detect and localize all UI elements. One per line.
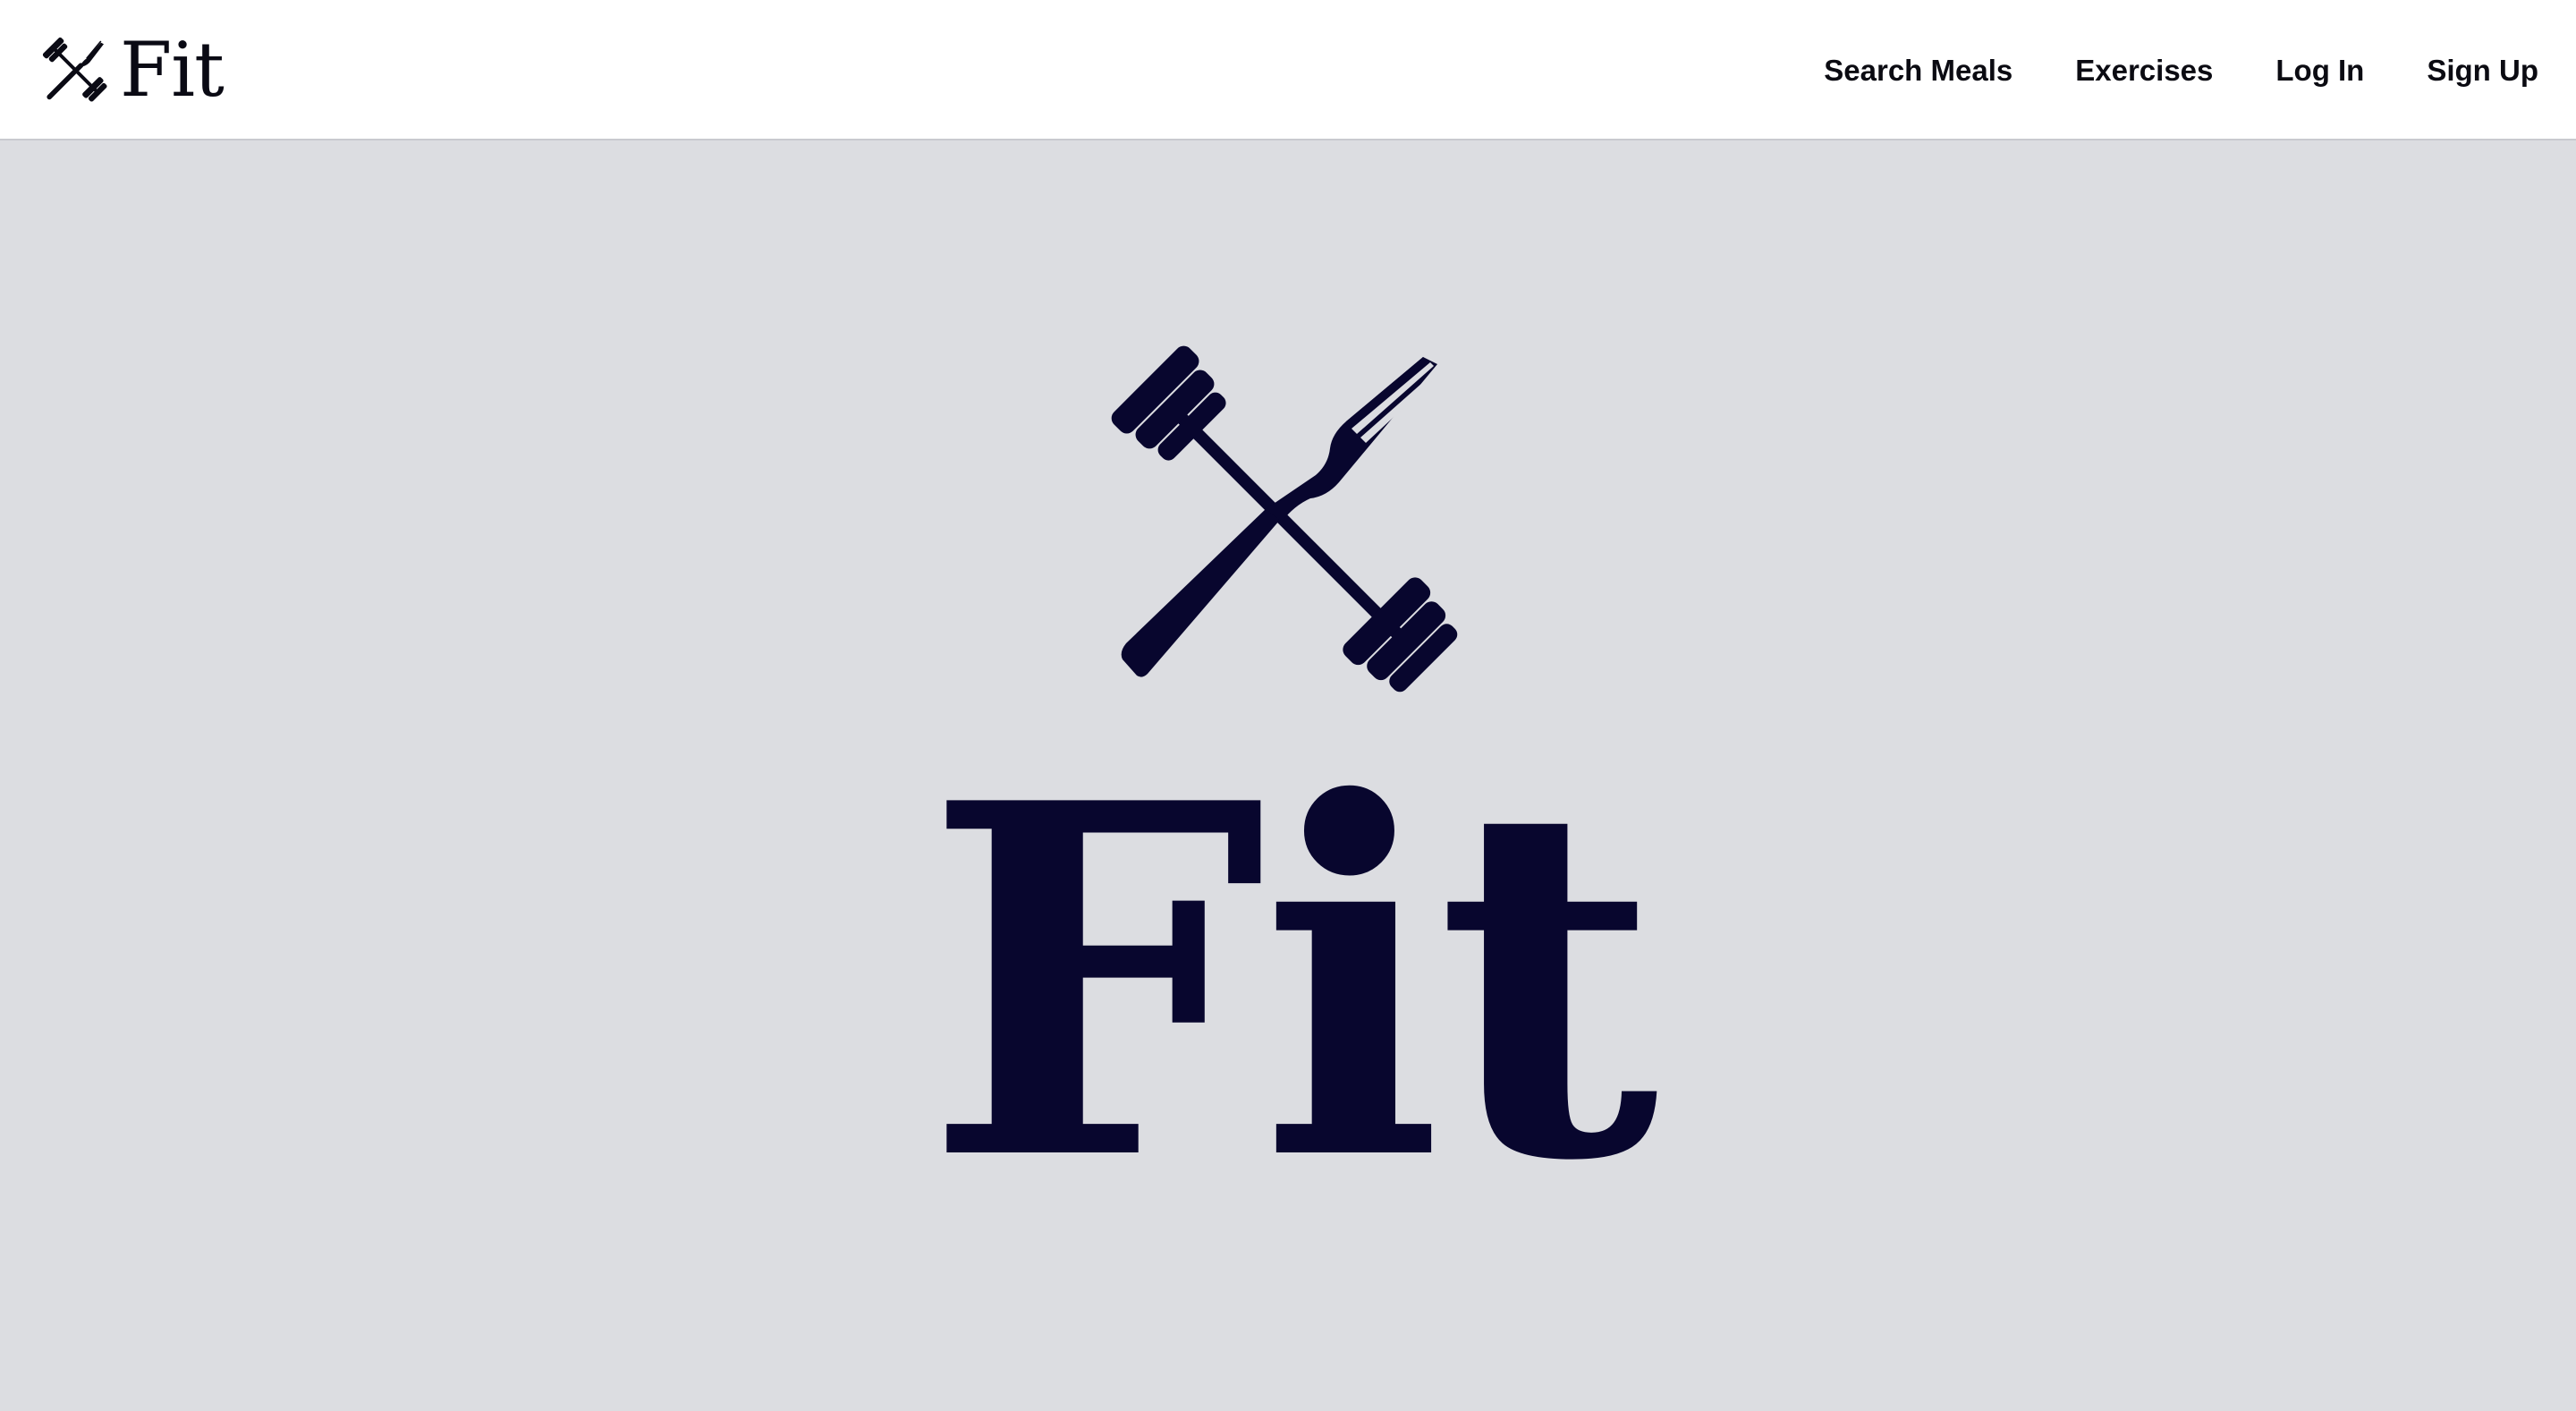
brand-name: Fit: [120, 26, 225, 114]
nav-log-in[interactable]: Log In: [2275, 54, 2364, 88]
nav-search-meals[interactable]: Search Meals: [1824, 54, 2012, 88]
nav-exercises[interactable]: Exercises: [2075, 54, 2213, 88]
top-navbar: Fit Search Meals Exercises Log In Sign U…: [0, 0, 2576, 140]
hero-title: Fit: [924, 700, 1659, 1267]
main-nav: Search Meals Exercises Log In Sign Up: [1761, 0, 2538, 140]
nav-sign-up[interactable]: Sign Up: [2427, 54, 2538, 88]
dumbbell-fork-icon: [42, 37, 107, 102]
brand-logo-link[interactable]: Fit: [39, 25, 225, 115]
dumbbell-fork-icon: [1111, 345, 1458, 693]
hero-section: Fit: [0, 140, 2576, 1411]
